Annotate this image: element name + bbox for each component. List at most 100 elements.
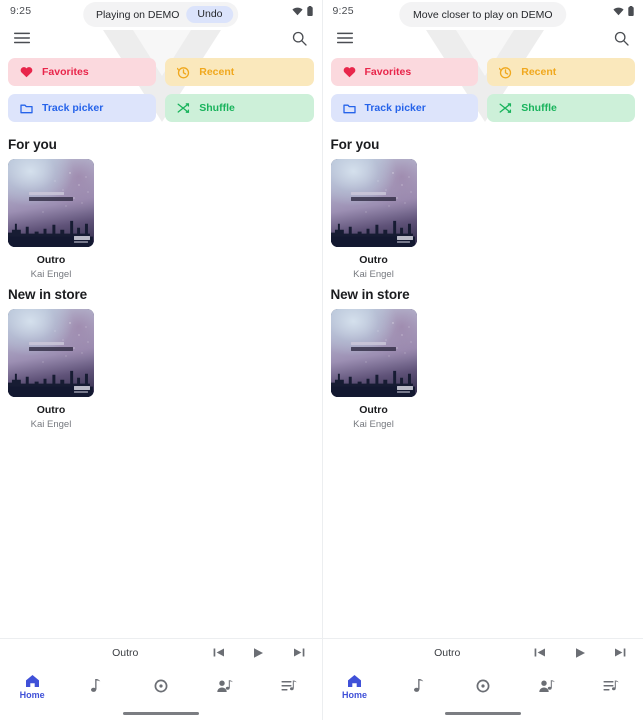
heart-icon (343, 66, 356, 78)
skip-next-icon[interactable] (610, 643, 630, 663)
bottom-area: Outro Home (322, 638, 643, 720)
snackbar-message: Move closer to play on DEMO (413, 8, 553, 21)
section-title: New in store (8, 287, 88, 302)
snackbar-message: Playing on DEMO (95, 8, 180, 21)
album-artist: Kai Engel (30, 269, 72, 280)
chip-row-2: Track picker Shuffle (8, 94, 314, 122)
artist-icon (539, 679, 555, 693)
play-icon[interactable] (249, 643, 269, 663)
section-for-you: For you Outro Kai Engel (0, 130, 322, 280)
nav-item-albums[interactable] (451, 666, 515, 707)
chip-favorites[interactable]: Favorites (330, 58, 479, 86)
chip-row-1: Favorites Recent (330, 58, 635, 86)
album-card[interactable]: Outro Kai Engel (330, 309, 417, 430)
hamburger-menu-icon[interactable] (9, 25, 35, 51)
chip-recent[interactable]: Recent (165, 58, 314, 86)
skip-next-icon[interactable] (289, 643, 309, 663)
nav-item-artists[interactable] (193, 666, 257, 707)
system-gesture-bar[interactable] (323, 707, 643, 720)
shuffle-icon (177, 102, 190, 114)
card-row: Outro Kai Engel (330, 309, 636, 430)
bottom-area: Outro Home (0, 638, 322, 720)
folder-icon (342, 103, 356, 114)
system-gesture-bar[interactable] (0, 707, 322, 720)
snackbar-notification[interactable]: Move closer to play on DEMO (399, 2, 567, 27)
album-card[interactable]: Outro Kai Engel (330, 159, 417, 280)
album-cover-art (330, 159, 417, 247)
chip-row-1: Favorites Recent (8, 58, 314, 86)
nav-item-tracks[interactable] (64, 666, 128, 707)
chip-track-picker[interactable]: Track picker (330, 94, 479, 122)
main-content: Favorites Recent Track picker Shuffle Fo… (323, 54, 643, 638)
nav-item-playlists[interactable] (257, 666, 321, 707)
music-note-icon (413, 678, 425, 693)
playlist-icon (603, 679, 619, 693)
playlist-icon (281, 679, 298, 693)
snackbar-notification[interactable]: Playing on DEMO Undo (82, 2, 239, 27)
album-card[interactable]: Outro Kai Engel (8, 309, 94, 430)
chip-track-picker[interactable]: Track picker (8, 94, 157, 122)
chip-label: Track picker (42, 102, 104, 114)
chip-label: Recent (521, 66, 557, 78)
chip-label: Shuffle (199, 102, 235, 114)
battery-icon (628, 6, 634, 16)
skip-previous-icon[interactable] (530, 643, 550, 663)
heart-icon (20, 66, 33, 78)
section-title: For you (330, 137, 380, 152)
bottom-navigation-bar: Home (323, 666, 643, 707)
album-cover-stamp (396, 235, 413, 243)
section-title: For you (8, 137, 57, 152)
nav-item-playlists[interactable] (579, 666, 643, 707)
nav-item-artists[interactable] (515, 666, 579, 707)
mini-player-track-title: Outro (434, 646, 461, 659)
album-title: Outro (36, 254, 66, 266)
search-icon[interactable] (287, 25, 313, 51)
artist-icon (217, 679, 233, 693)
snackbar-undo-button[interactable]: Undo (186, 6, 234, 23)
app-panel-right: 9:25 Move closer to play on DEMO Favorit… (321, 0, 643, 720)
nav-item-home[interactable]: Home (323, 666, 387, 707)
album-disc-icon (476, 679, 490, 693)
nav-item-home[interactable]: Home (0, 666, 64, 707)
gesture-handle[interactable] (444, 712, 521, 715)
nav-item-label: Home (19, 689, 45, 700)
album-cover-text (28, 192, 74, 202)
card-row: Outro Kai Engel (8, 159, 314, 280)
chip-label: Favorites (364, 66, 412, 78)
clock-icon (499, 66, 512, 79)
album-cover-stamp (74, 235, 90, 243)
nav-item-tracks[interactable] (387, 666, 451, 707)
album-artist: Kai Engel (353, 419, 394, 430)
card-row: Outro Kai Engel (8, 309, 314, 430)
nav-item-albums[interactable] (129, 666, 193, 707)
mini-player-controls (530, 643, 636, 663)
clock-icon (177, 66, 190, 79)
wifi-icon (613, 7, 624, 16)
album-card[interactable]: Outro Kai Engel (8, 159, 94, 280)
album-cover-art (330, 309, 417, 397)
chip-favorites[interactable]: Favorites (8, 58, 157, 86)
play-icon[interactable] (570, 643, 590, 663)
album-cover-stamp (396, 385, 413, 393)
chip-recent[interactable]: Recent (487, 58, 635, 86)
hamburger-menu-icon[interactable] (332, 25, 358, 51)
skip-previous-icon[interactable] (209, 643, 229, 663)
album-disc-icon (154, 679, 168, 693)
chip-label: Track picker (364, 102, 426, 114)
wifi-icon (291, 7, 303, 16)
status-bar-icons (291, 6, 313, 16)
gesture-handle[interactable] (122, 712, 199, 715)
status-bar-clock: 9:25 (10, 5, 32, 17)
album-artist: Kai Engel (353, 269, 394, 280)
album-title: Outro (359, 404, 388, 416)
chip-shuffle[interactable]: Shuffle (487, 94, 635, 122)
section-title: New in store (330, 287, 410, 302)
search-icon[interactable] (608, 25, 634, 51)
status-bar-icons (613, 6, 634, 16)
chip-shuffle[interactable]: Shuffle (165, 94, 314, 122)
section-new-in-store: New in store Outro Kai Engel (323, 280, 643, 430)
mini-player-controls (209, 643, 315, 663)
bottom-navigation-bar: Home (0, 666, 322, 707)
album-cover-text (351, 192, 396, 202)
album-cover-stamp (74, 385, 90, 393)
